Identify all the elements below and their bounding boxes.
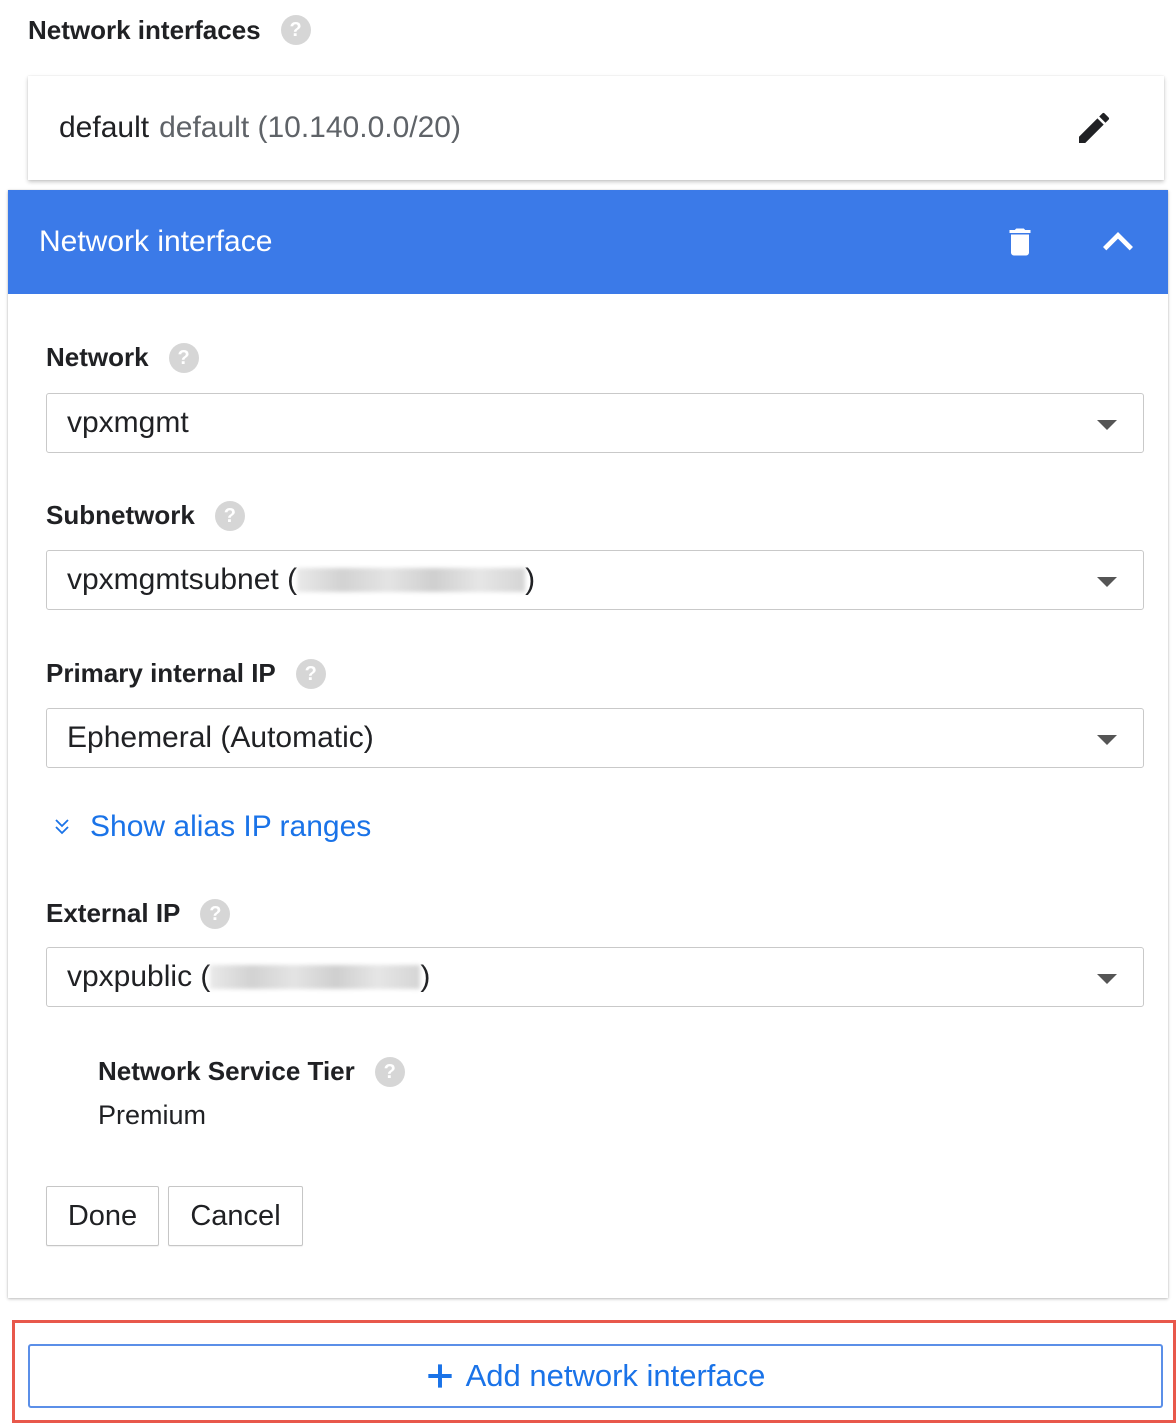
existing-interface-name: default [59,111,150,144]
subnetwork-label: Subnetwork ? [46,500,245,531]
network-interface-panel: Network interface Network ? vpxmgmt Subn… [8,190,1168,1298]
external-ip-value-prefix: vpxpublic ( [67,960,211,993]
help-icon[interactable]: ? [295,658,326,689]
help-icon[interactable]: ? [280,15,311,45]
existing-interface-card[interactable]: default default (10.140.0.0/20) [28,76,1164,180]
subnetwork-label-text: Subnetwork [46,500,195,530]
primary-ip-select-value: Ephemeral (Automatic) [67,721,374,754]
add-network-interface-button[interactable]: Add network interface [28,1344,1163,1408]
service-tier-value: Premium [98,1100,207,1130]
external-ip-label: External IP ? [46,898,231,929]
cancel-button[interactable]: Cancel [168,1186,303,1246]
caret-down-icon [1097,577,1117,587]
service-tier-label-text: Network Service Tier [98,1056,355,1086]
network-label-text: Network [46,342,149,372]
help-icon[interactable]: ? [200,898,231,929]
show-alias-ip-ranges-text: Show alias IP ranges [90,810,372,843]
external-ip-select[interactable]: vpxpublic ( ) [46,947,1144,1007]
help-icon[interactable]: ? [168,342,199,373]
service-tier-label: Network Service Tier ? [98,1056,405,1087]
add-network-interface-label: Add network interface [465,1358,766,1393]
subnetwork-value-suffix: ) [525,563,536,596]
panel-header: Network interface [8,190,1168,294]
trash-icon[interactable] [1002,222,1038,262]
caret-down-icon [1097,974,1117,984]
network-select-value: vpxmgmt [67,406,189,439]
chevron-up-icon[interactable] [1096,222,1140,262]
subnetwork-select[interactable]: vpxmgmtsubnet ( ) [46,550,1144,610]
external-ip-value-suffix: ) [420,960,431,993]
network-interfaces-title: Network interfaces [28,14,261,45]
network-label: Network ? [46,342,199,373]
redacted-ip-range [297,568,526,592]
panel-title: Network interface [39,225,273,258]
help-icon[interactable]: ? [374,1056,405,1087]
plus-icon [427,1364,452,1388]
external-ip-label-text: External IP [46,898,181,928]
network-interfaces-heading: Network interfaces ? [28,10,311,50]
done-button[interactable]: Done [46,1186,159,1246]
show-alias-ip-ranges-link[interactable]: Show alias IP ranges [50,810,371,844]
primary-ip-select[interactable]: Ephemeral (Automatic) [46,708,1144,768]
help-icon[interactable]: ? [214,500,245,531]
caret-down-icon [1097,735,1117,745]
pencil-icon[interactable] [1074,108,1114,148]
caret-down-icon [1097,420,1117,430]
subnetwork-value-prefix: vpxmgmtsubnet ( [67,563,298,596]
primary-ip-label: Primary internal IP ? [46,658,326,689]
existing-interface-detail: default (10.140.0.0/20) [159,111,461,144]
double-chevron-down-icon [55,819,69,835]
primary-ip-label-text: Primary internal IP [46,658,276,688]
network-select[interactable]: vpxmgmt [46,393,1144,453]
redacted-ip-address [210,965,421,989]
